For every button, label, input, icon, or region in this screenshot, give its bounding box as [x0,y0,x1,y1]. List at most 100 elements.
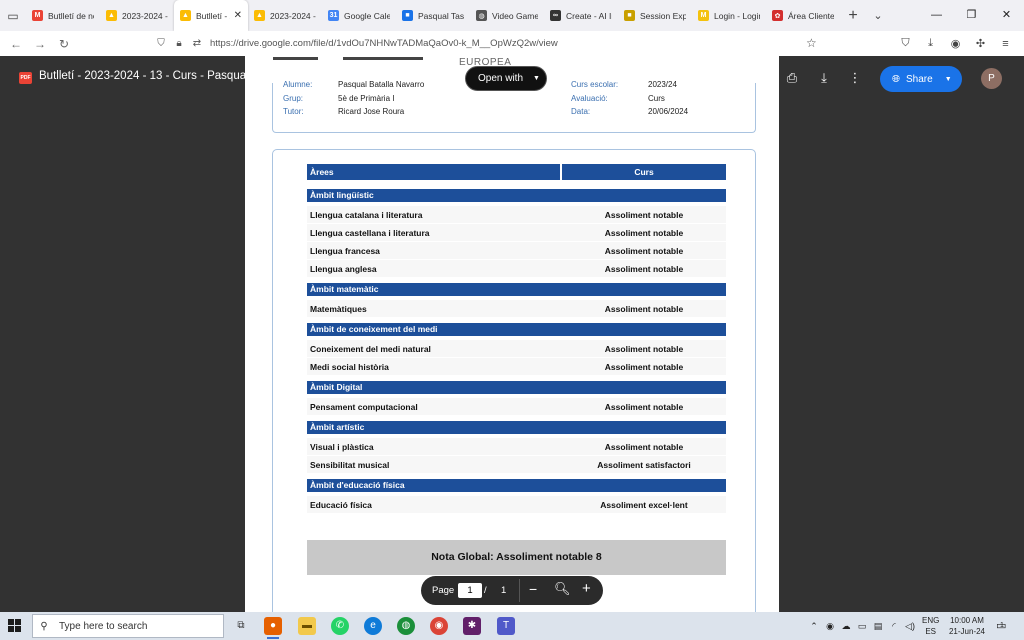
more-options-icon[interactable]: ⋮ [845,68,865,88]
system-tray: ⌃ ◉ ☁ ▭ ▤ ◜ ◁) [806,612,918,640]
app-icon[interactable]: ◍ [397,617,415,635]
browser-tab[interactable]: ▲ Butlletí - 2 ✕ [174,0,248,31]
slack-icon[interactable]: ✱ [463,617,481,635]
print-icon[interactable]: ⎙ [782,68,802,88]
browser-tab[interactable]: ▲ 2023-2024 - [248,0,322,31]
bookmark-star-icon[interactable]: ☆ [806,36,817,50]
minimize-button[interactable]: — [919,0,954,31]
notification-icon[interactable]: ▭ 1 [996,619,1006,632]
subject-name: Llengua anglesa [310,264,377,274]
volume-icon[interactable]: ◁) [902,621,918,632]
close-window-button[interactable]: ✕ [989,0,1024,31]
header-areas: Àrees [307,164,560,180]
reload-button[interactable]: ↻ [52,37,76,51]
windows-taskbar: ⚲ Type here to search ⧉ ● ▬ ✆ e ◍ ◉ ✱ T … [0,612,1024,640]
browser-tab[interactable]: M Butlletí de no [26,0,100,31]
download-icon[interactable]: ⤓ [918,37,943,50]
open-with-button[interactable]: Open with ▼ [465,66,547,91]
account-icon[interactable]: ◉ [943,37,968,50]
section-header: Àmbit lingüístic [307,189,726,202]
caret-down-icon[interactable]: ▼ [945,76,952,83]
share-button[interactable]: 🌐︎ Share ▼ [880,66,962,92]
chevron-up-icon[interactable]: ⌃ [806,621,822,632]
zoom-in-icon[interactable]: + [582,580,591,597]
share-label: Share [906,73,933,85]
shop-icon: ✿ [772,10,783,21]
browser-tab[interactable]: ✿ Área Cliente [766,0,840,31]
onedrive-icon[interactable]: ☁ [838,621,854,632]
page-number-input[interactable]: 1 [458,583,482,598]
windows-start-icon[interactable] [8,619,22,633]
browser-tab[interactable]: ■ Pasqual Task [396,0,470,31]
drive-icon: ▲ [106,10,117,21]
search-placeholder: Type here to search [59,620,148,632]
chrome-icon[interactable]: ◉ [430,617,448,635]
page-total: 1 [501,585,507,596]
edge-icon[interactable]: e [364,617,382,635]
extensions-icon[interactable]: ✣ [968,37,993,50]
tasks-icon: ■ [402,10,413,21]
taskbar-search-box[interactable]: ⚲ Type here to search [32,614,224,638]
browser-tab[interactable]: ■ Session Expi [618,0,692,31]
table-row: Pensament computacional Assoliment notabl… [307,398,726,415]
url-text[interactable]: https://drive.google.com/file/d/1vdOu7NH… [210,38,558,49]
viewer-header: PDF Butlletí - 2023-2024 - 13 - Curs - P… [0,56,1024,100]
pdf-page: EUROPEA Alumne: Pasqual Batalla Navarro … [245,56,779,612]
lock-icon[interactable]: 🔒︎ [170,38,188,49]
clock-date: 21-Jun-24 [948,627,986,636]
subject-name: Medi social història [310,362,389,372]
browser-tab[interactable]: ◍ Video Game [470,0,544,31]
firefox-icon[interactable]: ● [264,617,282,639]
calendar-icon: 31 [328,10,339,21]
wifi-icon[interactable]: ◜ [886,621,902,632]
pdf-file-icon: PDF [19,72,32,84]
meet-now-icon[interactable]: ▭ [854,621,870,632]
browser-tab[interactable]: M Login - Login [692,0,766,31]
whatsapp-icon[interactable]: ✆ [331,617,349,635]
back-button[interactable]: ← [4,37,28,51]
new-tab-button[interactable]: + [840,7,866,25]
shield-icon[interactable]: ⛉ [152,38,170,49]
file-title: Butlletí - 2023-2024 - 13 - Curs - Pasqu… [39,70,268,82]
close-tab-icon[interactable]: ✕ [234,10,242,21]
subject-grade: Assoliment notable [604,228,684,238]
tab-list: M Butlletí de no ▲ 2023-2024 - ▲ Butlletí - 2… [26,0,840,31]
clock[interactable]: 10:00 AM 21-Jun-24 [946,615,988,637]
global-grade: Nota Global: Assoliment notable 8 [307,540,726,575]
language-indicator[interactable]: ENG ES [922,615,939,637]
browser-tab[interactable]: ▲ 2023-2024 - [100,0,174,31]
info-label: Tutor: [283,107,304,116]
download-icon[interactable]: ⤓ [814,68,834,88]
zoom-icon[interactable]: 🔍︎ [554,581,571,597]
tab-list-icon[interactable]: ▭ [0,0,26,31]
pocket-icon[interactable]: ⛉ [893,37,918,50]
browser-tab[interactable]: ∞ Create - AI In [544,0,618,31]
permissions-icon[interactable]: ⇄ [188,38,206,49]
chevron-down-icon[interactable]: ⌄ [866,9,890,22]
tab-label: 2023-2024 - [122,10,168,21]
subject-grade: Assoliment notable [604,210,684,220]
globe-icon: 🌐︎ [892,73,900,85]
caret-down-icon: ▼ [533,75,540,82]
display-icon[interactable]: ▤ [870,621,886,632]
task-view-icon[interactable]: ⧉ [232,617,250,635]
browser-tab[interactable]: 31 Google Cale [322,0,396,31]
add-to-drive-icon[interactable]: ⛰ [750,68,770,88]
forward-button[interactable]: → [28,37,52,51]
browser-tab-strip: ▭ M Butlletí de no ▲ 2023-2024 - ▲ Butlletí -… [0,0,1024,31]
record-icon[interactable]: ◉ [822,621,838,632]
subject-name: Matemàtiques [310,304,367,314]
open-with-label: Open with [478,73,524,84]
zoom-out-icon[interactable]: − [529,581,537,597]
subject-grade: Assoliment notable [604,362,684,372]
info-value: 20/06/2024 [648,107,689,116]
teams-icon[interactable]: T [497,617,515,635]
avatar[interactable]: P [981,68,1002,89]
notification-count: 1 [1000,622,1004,629]
tab-label: Butlletí - 2 [196,10,230,21]
menu-icon[interactable]: ≡ [993,38,1018,50]
search-icon: ⚲ [40,620,48,632]
restore-button[interactable]: ❐ [954,0,989,31]
file-explorer-icon[interactable]: ▬ [298,617,316,635]
address-bar[interactable]: ⛉ 🔒︎ ⇄ https://drive.google.com/file/d/1… [152,33,822,54]
